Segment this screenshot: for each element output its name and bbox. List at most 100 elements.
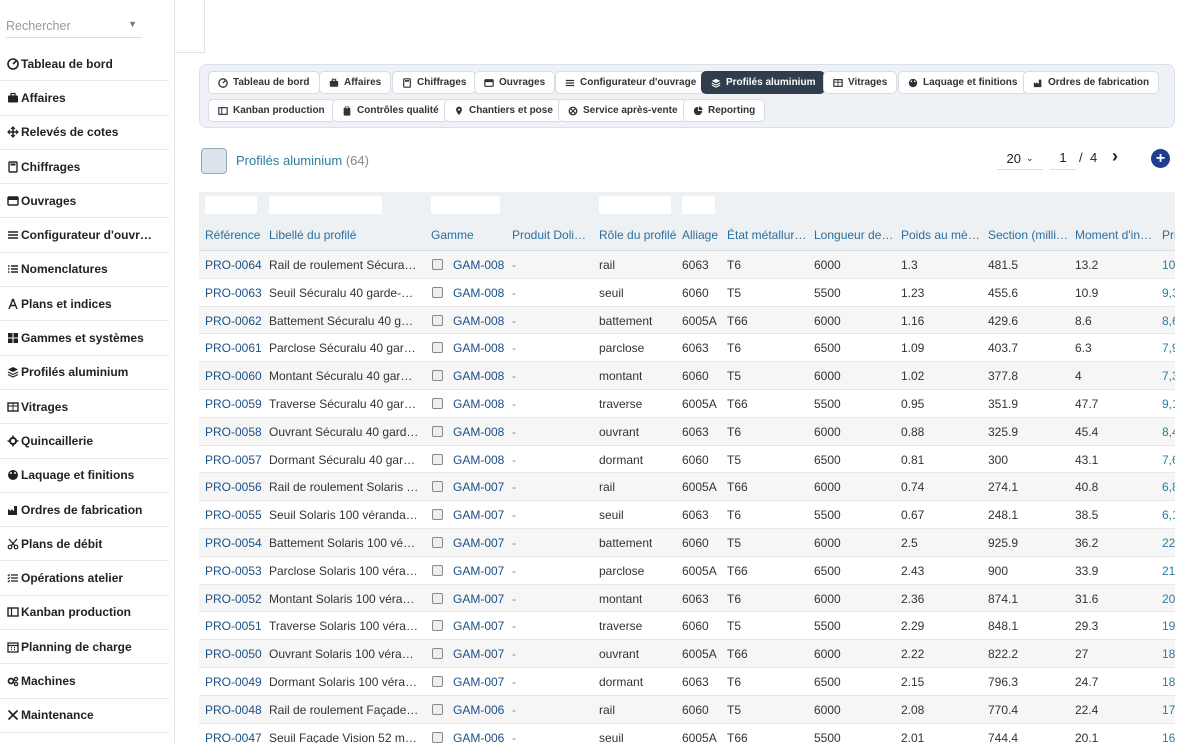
tab[interactable]: Ordres de fabrication <box>1023 71 1160 94</box>
table-row[interactable]: PRO-0062 Battement Sécuralu 40 gard… GAM-0… <box>199 306 1175 335</box>
sidebar-item[interactable]: Affaires <box>0 81 169 116</box>
column-header[interactable]: Section (milli… <box>988 228 1068 242</box>
column-filter-input[interactable] <box>682 196 715 214</box>
table-cell[interactable]: GAM-008 <box>453 425 504 439</box>
sidebar-item[interactable]: Ordres de fabrication <box>0 493 169 528</box>
table-cell[interactable]: PRO-0060 <box>205 369 262 383</box>
table-cell[interactable]: GAM-007 <box>453 536 504 550</box>
tab[interactable]: Laquage et finitions <box>898 71 1028 94</box>
table-cell[interactable]: GAM-007 <box>453 564 504 578</box>
table-row[interactable]: PRO-0061 Parclose Sécuralu 40 garde… GAM-0… <box>199 334 1175 363</box>
sidebar-item[interactable]: Vitrages <box>0 390 169 425</box>
tab[interactable]: Kanban production <box>208 99 335 122</box>
table-row[interactable]: PRO-0054 Battement Solaris 100 véra… GAM-0… <box>199 528 1175 557</box>
table-row[interactable]: PRO-0053 Parclose Solaris 100 vérand… GAM-… <box>199 557 1175 585</box>
table-cell[interactable]: PRO-0047 <box>205 731 262 743</box>
tab[interactable]: Reporting <box>683 99 766 122</box>
column-header[interactable]: État métallur… <box>727 228 806 242</box>
table-cell[interactable]: GAM-007 <box>453 508 504 522</box>
table-row[interactable]: PRO-0058 Ouvrant Sécuralu 40 garde-… GAM-0… <box>199 417 1175 446</box>
column-header[interactable]: Gamme <box>431 228 474 242</box>
table-row[interactable]: PRO-0051 Traverse Solaris 100 vérand… GAM-… <box>199 612 1175 641</box>
table-cell[interactable]: PRO-0051 <box>205 619 262 633</box>
sidebar-item[interactable]: Plans de débit <box>0 527 169 562</box>
tab[interactable]: Profilés aluminium <box>701 71 826 94</box>
column-filter-input[interactable] <box>205 196 257 214</box>
table-cell[interactable]: PRO-0049 <box>205 675 262 689</box>
sidebar-item[interactable]: Tableau de bord <box>0 47 169 82</box>
table-cell[interactable]: GAM-007 <box>453 619 504 633</box>
column-header[interactable]: Moment d'in… <box>1075 228 1152 242</box>
table-cell[interactable]: GAM-008 <box>453 341 504 355</box>
column-header[interactable]: Rôle du profilé <box>599 228 676 242</box>
column-filter-input[interactable] <box>599 196 671 214</box>
table-cell[interactable]: PRO-0050 <box>205 647 262 661</box>
table-cell[interactable]: GAM-006 <box>453 731 504 743</box>
table-cell[interactable]: PRO-0062 <box>205 314 262 328</box>
table-row[interactable]: PRO-0050 Ouvrant Solaris 100 vérand… GAM-0… <box>199 640 1175 668</box>
column-header[interactable]: Libellé du profilé <box>269 228 356 242</box>
next-page-icon[interactable]: › <box>1112 147 1128 166</box>
column-header[interactable]: Référence <box>205 228 260 242</box>
tab[interactable]: Contrôles qualité <box>332 99 449 122</box>
table-cell[interactable]: PRO-0064 <box>205 258 262 272</box>
column-header[interactable]: Pri <box>1162 228 1175 242</box>
add-record-button[interactable]: + <box>1151 149 1170 168</box>
table-cell[interactable]: GAM-007 <box>453 647 504 661</box>
sidebar-item[interactable]: Plans et indices <box>0 287 169 322</box>
table-cell[interactable]: PRO-0057 <box>205 453 262 467</box>
sidebar-item[interactable]: Quincaillerie <box>0 424 169 459</box>
sidebar-item[interactable]: Ouvrages <box>0 184 169 219</box>
table-cell[interactable]: PRO-0059 <box>205 397 262 411</box>
table-cell[interactable]: PRO-0048 <box>205 703 262 717</box>
sidebar-item[interactable]: Nomenclatures <box>0 253 169 288</box>
table-cell[interactable]: PRO-0063 <box>205 286 262 300</box>
sidebar-item[interactable]: Kanban production <box>0 596 169 631</box>
tab[interactable]: Vitrages <box>823 71 898 94</box>
table-cell[interactable]: PRO-0056 <box>205 480 262 494</box>
table-cell[interactable]: GAM-007 <box>453 675 504 689</box>
sidebar-item[interactable]: Laquage et finitions <box>0 459 169 493</box>
sidebar-item[interactable]: Machines <box>0 664 169 699</box>
table-cell[interactable]: PRO-0053 <box>205 564 262 578</box>
column-header[interactable]: Poids au mè… <box>901 228 980 242</box>
tab[interactable]: Affaires <box>319 71 392 94</box>
table-cell[interactable]: GAM-008 <box>453 286 504 300</box>
table-cell[interactable]: GAM-008 <box>453 397 504 411</box>
table-cell[interactable]: PRO-0061 <box>205 341 262 355</box>
tab[interactable]: Chiffrages <box>392 71 477 94</box>
search-select[interactable]: Rechercher ▼ <box>6 14 142 38</box>
table-cell[interactable]: PRO-0052 <box>205 592 262 606</box>
table-row[interactable]: PRO-0057 Dormant Sécuralu 40 garde… GAM-00… <box>199 446 1175 474</box>
table-row[interactable]: PRO-0059 Traverse Sécuralu 40 garde… GAM-0… <box>199 390 1175 418</box>
caret-down-icon[interactable]: ▼ <box>128 19 137 29</box>
tab[interactable]: Tableau de bord <box>208 71 320 94</box>
table-row[interactable]: PRO-0048 Rail de roulement Façade V… GAM-0… <box>199 695 1175 724</box>
table-cell[interactable]: GAM-008 <box>453 258 504 272</box>
table-cell[interactable]: PRO-0055 <box>205 508 262 522</box>
table-cell[interactable]: PRO-0054 <box>205 536 262 550</box>
column-header[interactable]: Produit Dolib… <box>512 228 592 242</box>
current-page-input[interactable]: 1 <box>1050 147 1076 170</box>
sidebar-item[interactable]: Maintenance <box>0 699 169 733</box>
column-header[interactable]: Alliage <box>682 228 718 242</box>
table-row[interactable]: PRO-0060 Montant Sécuralu 40 garde-… GAM-0… <box>199 362 1175 390</box>
table-cell[interactable]: GAM-007 <box>453 592 504 606</box>
tab[interactable]: Ouvrages <box>474 71 556 94</box>
sidebar-item[interactable]: Configurateur d'ouvr… <box>0 218 169 253</box>
sidebar-item[interactable]: Chiffrages <box>0 150 169 185</box>
table-cell[interactable]: GAM-006 <box>453 703 504 717</box>
table-cell[interactable]: PRO-0058 <box>205 425 262 439</box>
table-cell[interactable]: GAM-008 <box>453 453 504 467</box>
table-cell[interactable]: GAM-008 <box>453 369 504 383</box>
column-header[interactable]: Longueur de… <box>814 228 893 242</box>
column-filter-input[interactable] <box>431 196 500 214</box>
table-row[interactable]: PRO-0064 Rail de roulement Sécuralu … GAM-… <box>199 251 1175 279</box>
table-row[interactable]: PRO-0052 Montant Solaris 100 vérand… GAM-0… <box>199 584 1175 613</box>
table-row[interactable]: PRO-0047 Seuil Façade Vision 52 mur-… GAM-… <box>199 724 1175 743</box>
column-filter-input[interactable] <box>269 196 382 214</box>
sidebar-item[interactable]: Relevés de cotes <box>0 116 169 150</box>
sidebar-item[interactable]: Opérations atelier <box>0 561 169 596</box>
table-row[interactable]: PRO-0056 Rail de roulement Solaris 10… GAM… <box>199 473 1175 502</box>
tab[interactable]: Chantiers et pose <box>444 99 563 122</box>
